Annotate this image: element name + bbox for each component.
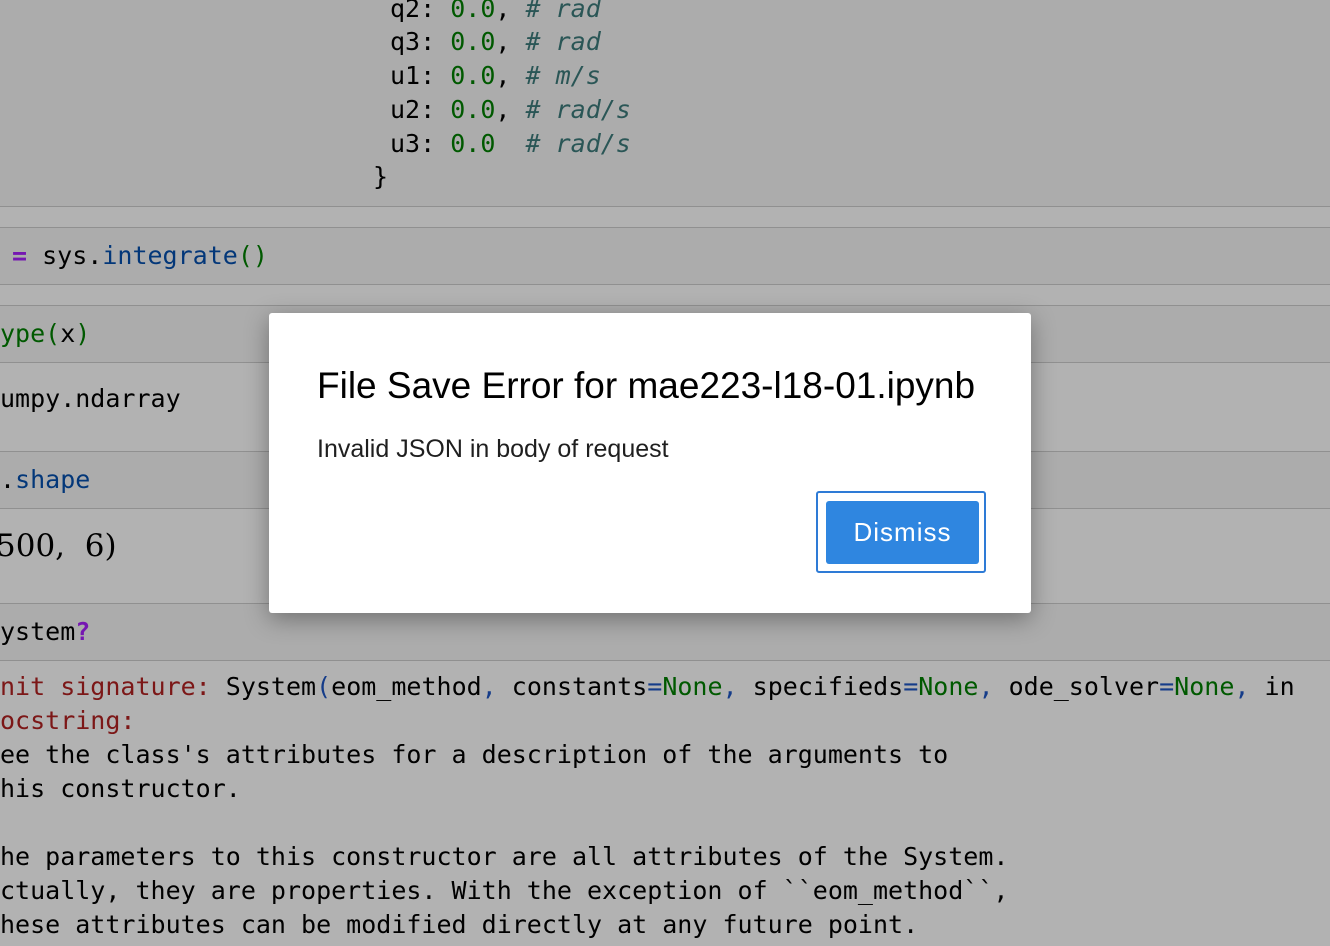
dismiss-button[interactable]: Dismiss [826, 501, 979, 564]
file-save-error-dialog: File Save Error for mae223-l18-01.ipynb … [269, 313, 1031, 613]
dialog-message: Invalid JSON in body of request [317, 435, 669, 463]
dialog-title: File Save Error for mae223-l18-01.ipynb [317, 365, 976, 406]
